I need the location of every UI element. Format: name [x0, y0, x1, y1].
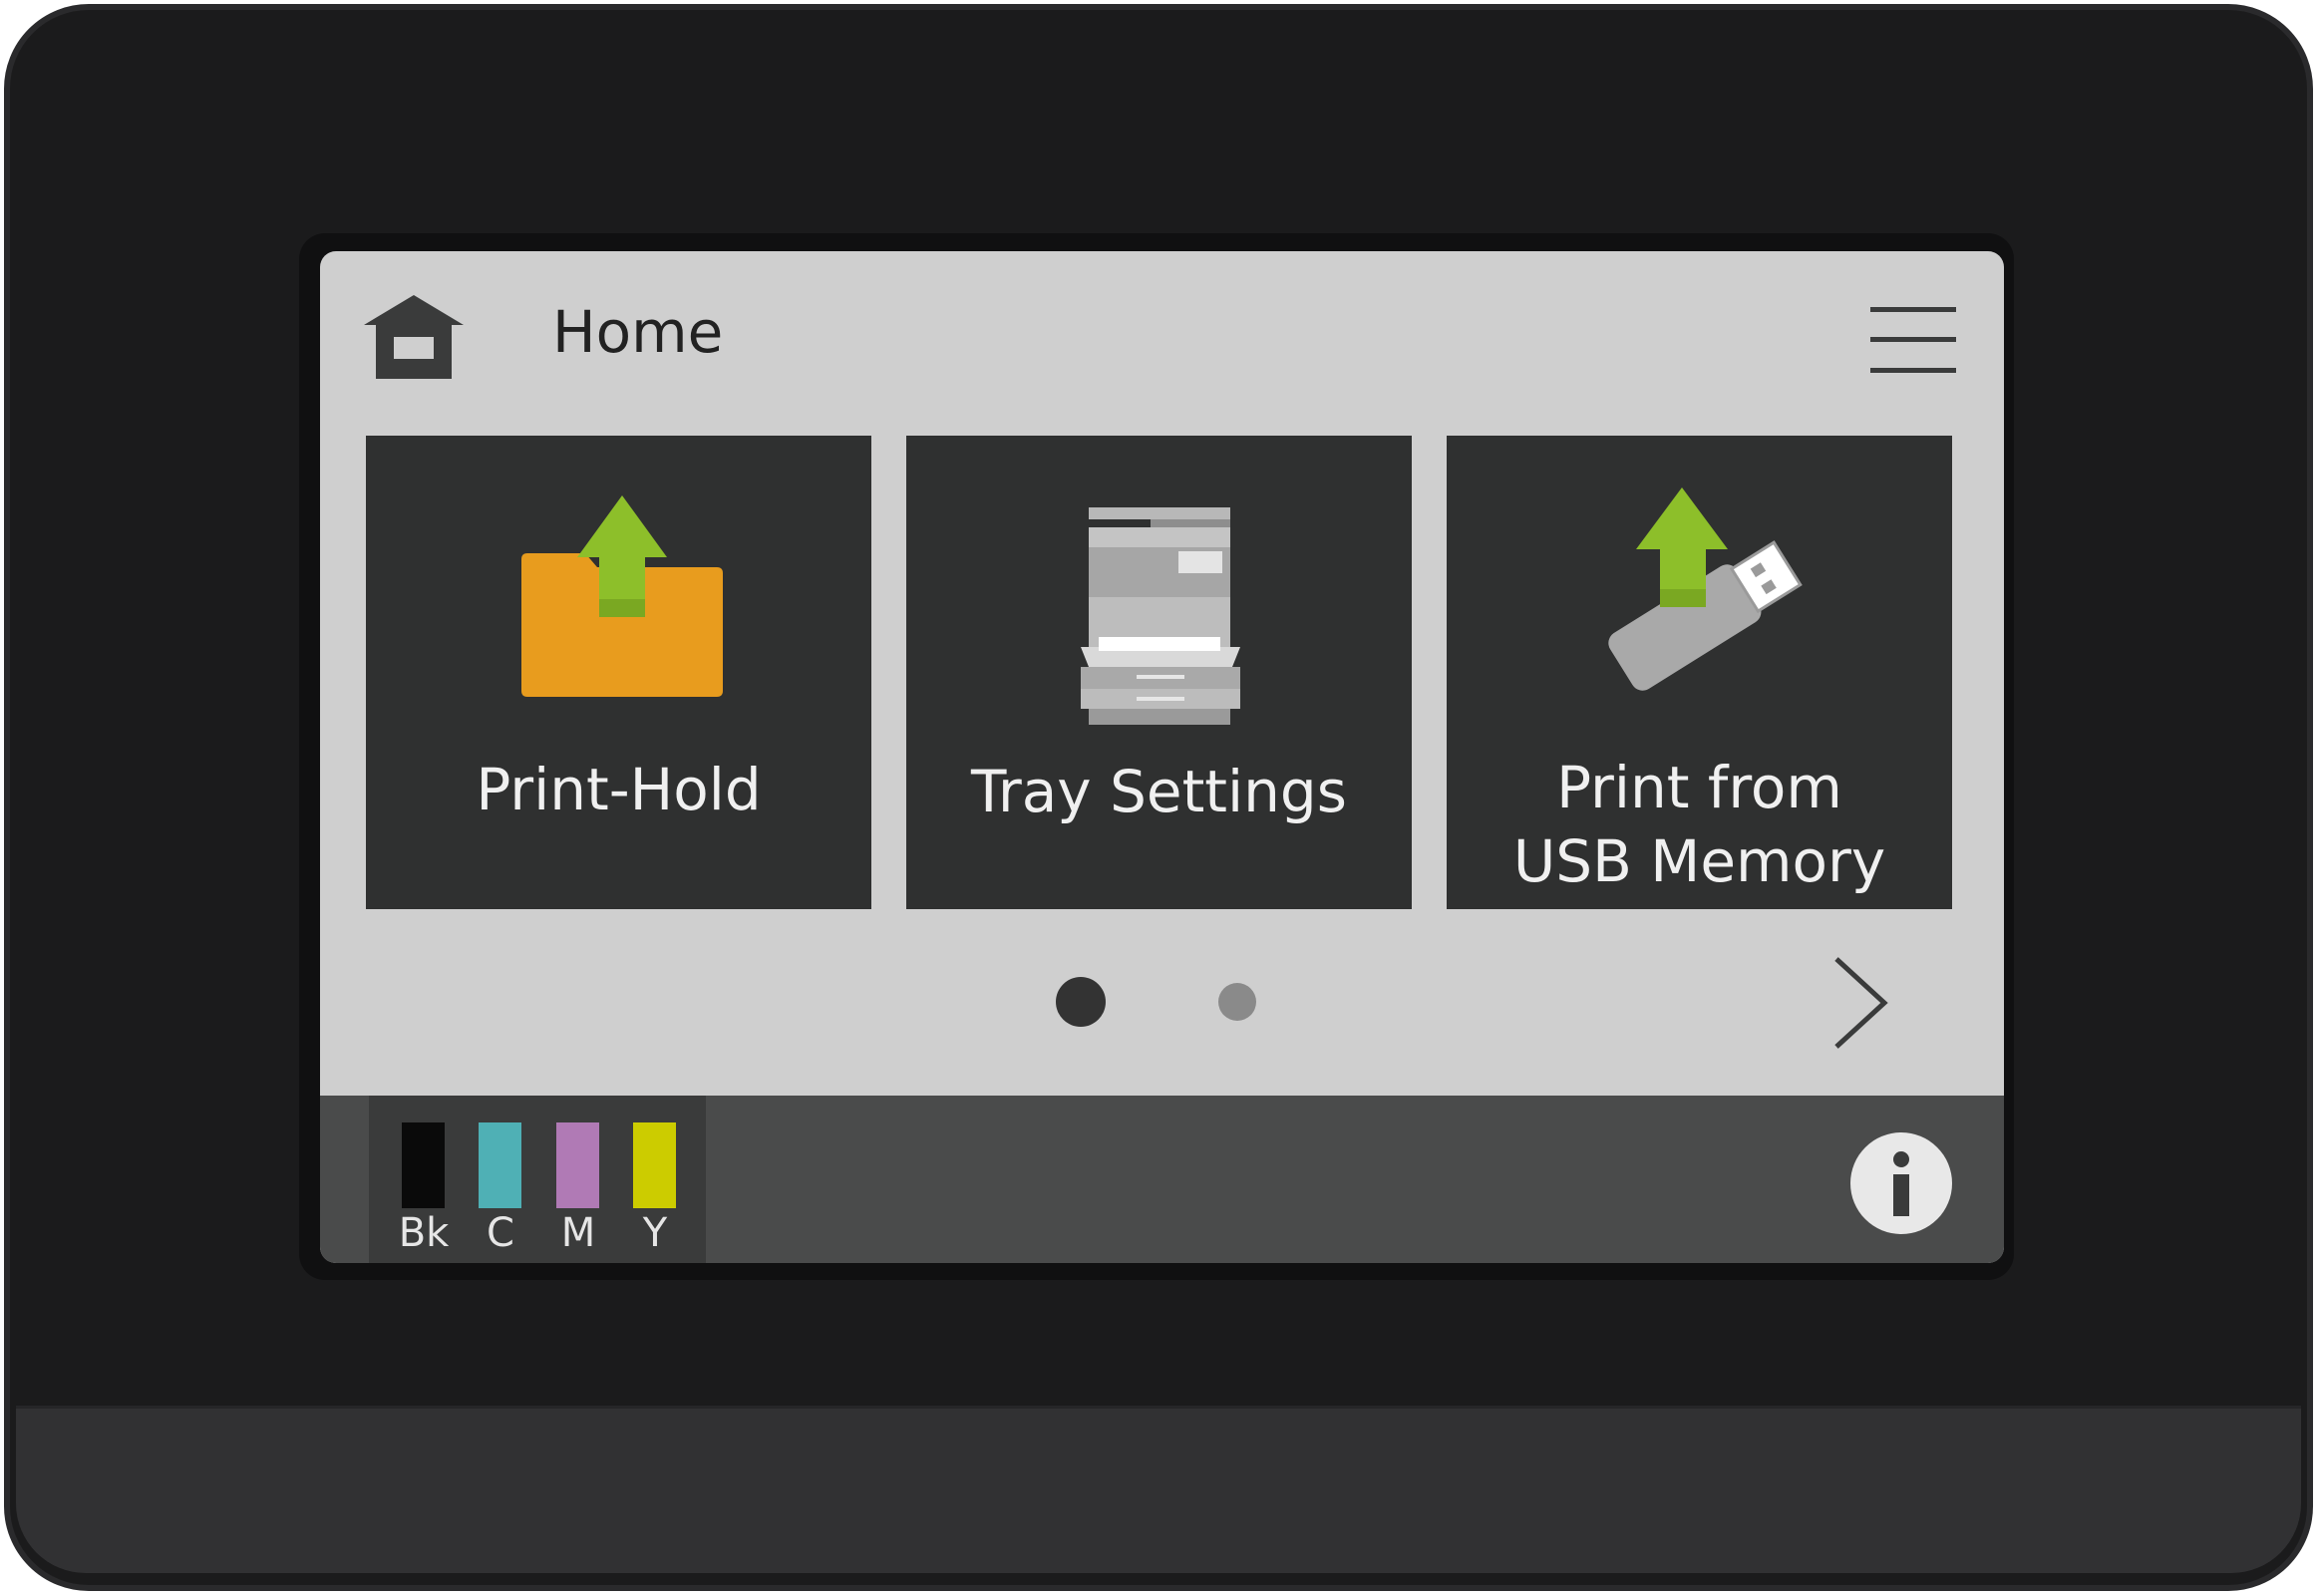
- tile-label: Tray Settings: [971, 758, 1347, 825]
- panel-base: [16, 1406, 2301, 1573]
- page-indicator[interactable]: [1218, 983, 1256, 1021]
- print-hold-tile[interactable]: Print-Hold: [366, 436, 871, 909]
- toner-label-yellow: Y: [642, 1210, 668, 1256]
- touch-screen: Home Print-Hold Tray Settings Print from…: [320, 251, 2004, 1263]
- info-button[interactable]: [1850, 1132, 1952, 1234]
- tray-settings-tile[interactable]: Tray Settings: [906, 436, 1412, 909]
- toner-label-black: Bk: [398, 1210, 450, 1256]
- toner-bar-magenta: [556, 1122, 599, 1208]
- toner-bar-yellow: [633, 1122, 676, 1208]
- toner-levels[interactable]: Bk C M Y: [369, 1096, 706, 1263]
- usb-upload-icon: [1608, 487, 1803, 691]
- page-indicator-active[interactable]: [1056, 977, 1106, 1027]
- status-bar: Bk C M Y: [320, 1096, 2004, 1263]
- printer-tray-icon: [1081, 507, 1240, 725]
- toner-bar-cyan: [479, 1122, 521, 1208]
- toner-label-magenta: M: [560, 1210, 596, 1256]
- tile-label: Print-Hold: [476, 756, 762, 823]
- print-from-usb-tile[interactable]: Print from USB Memory: [1447, 436, 1952, 909]
- info-icon: [1893, 1151, 1909, 1216]
- house-icon[interactable]: [358, 291, 470, 381]
- page-title: Home: [552, 298, 724, 366]
- toner-bar-black: [402, 1122, 445, 1208]
- toner-label-cyan: C: [487, 1210, 514, 1256]
- hamburger-menu-icon[interactable]: [1870, 307, 1956, 373]
- tile-label-line-1: Print from: [1556, 754, 1842, 821]
- tile-label-line-2: USB Memory: [1512, 827, 1886, 895]
- chevron-right-icon[interactable]: [1830, 955, 1890, 1051]
- folder-upload-icon: [521, 495, 723, 697]
